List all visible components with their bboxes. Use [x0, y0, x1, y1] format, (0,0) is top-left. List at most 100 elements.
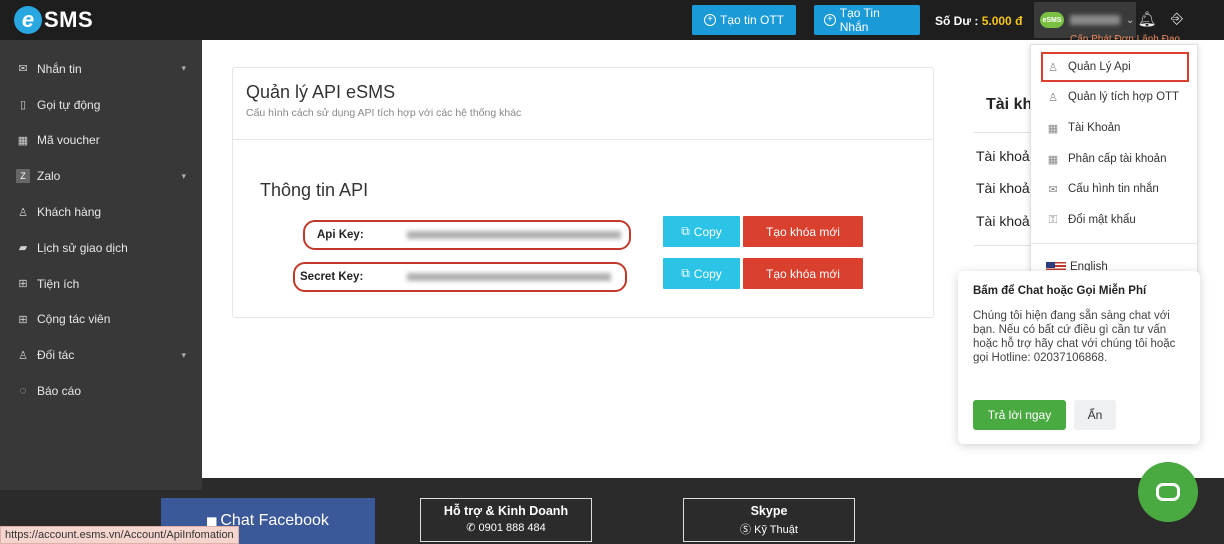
copy-api-key-button[interactable]: ⧉ Copy [663, 216, 740, 247]
sidebar-item-nhan-tin[interactable]: ✉ Nhắn tin ▾ [0, 51, 202, 87]
sidebar-item-bao-cao[interactable]: ◌ Báo cáo [0, 373, 202, 409]
chevron-down-icon: ⌄ [1126, 14, 1135, 26]
menu-item-account[interactable]: ▦ Tài Khoản [1031, 113, 1197, 143]
user-menu-toggle[interactable]: eSMS ⌄ [1034, 2, 1136, 38]
copy-secret-key-button[interactable]: ⧉ Copy [663, 258, 740, 289]
menu-item-account-hierarchy[interactable]: ▦ Phân cấp tài khoản [1031, 144, 1197, 174]
menu-item-label: Quản Lý Api [1068, 61, 1131, 73]
plus-circle-icon: + [824, 14, 836, 26]
menu-item-change-password[interactable]: ⚿ Đổi mật khẩu [1031, 205, 1197, 235]
username-redacted [1070, 15, 1120, 25]
sidebar-item-label: Đối tác [37, 348, 75, 363]
account-info-panel: Tài kh Tài khoả Tài khoả Tài khoả [974, 40, 1034, 270]
support-phone: 0901 888 484 [478, 522, 546, 534]
menu-item-label: Quản lý tích hợp OTT [1068, 91, 1180, 103]
calendar-icon: ▦ [1047, 153, 1059, 166]
support-sales-box[interactable]: Hỗ trợ & Kinh Doanh ✆ 0901 888 484 [420, 498, 592, 542]
skype-sub: Kỹ Thuật [754, 524, 798, 536]
logout-icon[interactable]: ⎆ [1167, 10, 1187, 30]
chat-invite-popup: Bấm để Chat hoặc Gọi Miễn Phí Chúng tôi … [958, 271, 1200, 444]
api-key-value-redacted [407, 231, 621, 239]
divider [1031, 243, 1197, 244]
sidebar-item-label: Báo cáo [37, 384, 82, 399]
sidebar-item-label: Gọi tự động [37, 97, 101, 112]
card-header: Quản lý API eSMS Cấu hình cách sử dụng A… [233, 68, 933, 140]
partner-icon: ♙ [18, 349, 28, 362]
sidebar-item-tien-ich[interactable]: ⊞ Tiện ích [0, 266, 202, 302]
key-icon: ⚿ [1048, 213, 1058, 226]
sidebar-item-goi-tu-dong[interactable]: ▯ Gọi tự động [0, 87, 202, 123]
skype-title: Skype [750, 504, 788, 518]
user-icon: ♙ [18, 206, 28, 219]
menu-item-label: Cấu hình tin nhắn [1068, 183, 1159, 195]
plus-circle-icon: + [703, 14, 716, 26]
sidebar-item-doi-tac[interactable]: ♙ Đối tác ▾ [0, 337, 202, 373]
skype-icon: Ⓢ [740, 524, 752, 536]
menu-item-ott-integration[interactable]: ♙ Quản lý tích hợp OTT [1031, 82, 1197, 112]
chat-popup-title: Bấm để Chat hoặc Gọi Miễn Phí [973, 285, 1147, 297]
top-bar: e SMS + Tạo tin OTT + Tạo Tin Nhắn Số Dư… [0, 0, 1224, 40]
api-key-label: Api Key: [317, 229, 364, 241]
sidebar-item-lich-su-giao-dich[interactable]: ▰ Lịch sử giao dịch [0, 230, 202, 266]
copy-label: Copy [693, 224, 722, 239]
chevron-down-icon: ▾ [181, 63, 186, 74]
page-subtitle: Cấu hình cách sử dụng API tích hợp với c… [246, 107, 522, 119]
book-icon: ▰ [18, 242, 28, 255]
create-ott-button[interactable]: + Tạo tin OTT [692, 5, 796, 35]
page-title: Quản lý API eSMS [246, 82, 396, 102]
new-key-label: Tạo khóa mới [766, 224, 840, 239]
copy-label: Copy [693, 266, 722, 281]
user-icon: ♙ [1048, 61, 1058, 74]
sidebar-item-label: Cộng tác viên [37, 312, 111, 327]
copy-icon: ⧉ [681, 266, 690, 280]
chat-bubble-icon [1156, 483, 1180, 501]
new-secret-key-button[interactable]: Tạo khóa mới [743, 258, 863, 289]
bell-icon[interactable]: 🔔︎ [1137, 10, 1157, 30]
chat-widget-button[interactable] [1138, 462, 1198, 522]
sidebar-item-label: Tiện ích [37, 276, 80, 291]
support-phone-row: ✆ 0901 888 484 [421, 521, 591, 534]
mail-icon: ✉ [18, 63, 28, 76]
copy-icon: ⧉ [681, 224, 690, 238]
calendar-icon: ▦ [1047, 122, 1059, 135]
sidebar-item-label: Zalo [37, 169, 61, 184]
account-info-row: Tài khoả [976, 180, 1030, 196]
new-key-label: Tạo khóa mới [766, 266, 840, 281]
menu-item-api-management[interactable]: ♙ Quản Lý Api [1041, 52, 1189, 82]
sidebar-item-cong-tac-vien[interactable]: ⊞ Cộng tác viên [0, 302, 202, 338]
menu-item-message-config[interactable]: ✉ Cấu hình tin nhắn [1031, 174, 1197, 204]
team-icon: ⊞ [18, 313, 28, 326]
balance-amount: 5.000 đ [981, 14, 1023, 28]
create-message-button[interactable]: + Tạo Tin Nhắn [814, 5, 920, 35]
chat-popup-message: Chúng tôi hiện đang sẵn sàng chat với bạ… [973, 310, 1176, 364]
zalo-icon: Z [16, 169, 30, 184]
skype-sub-row: Ⓢ Kỹ Thuật [684, 521, 854, 537]
hide-button[interactable]: Ẩn [1074, 400, 1116, 430]
menu-item-label: Đổi mật khẩu [1068, 214, 1136, 226]
sidebar-item-zalo[interactable]: Z Zalo ▾ [0, 158, 202, 194]
sidebar-item-label: Khách hàng [37, 205, 102, 220]
sidebar-item-ma-voucher[interactable]: ▦ Mã voucher [0, 123, 202, 159]
create-ott-label: Tạo tin OTT [719, 13, 784, 27]
support-title: Hỗ trợ & Kinh Doanh [443, 504, 569, 518]
sidebar: ✉ Nhắn tin ▾ ▯ Gọi tự động ▦ Mã voucher … [0, 40, 202, 490]
api-key-field: Api Key: [303, 220, 631, 250]
logo-mark: e [14, 6, 42, 34]
skype-box[interactable]: Skype Ⓢ Kỹ Thuật [683, 498, 855, 542]
logo-text: SMS [44, 7, 94, 32]
tools-icon: ⊞ [18, 278, 28, 291]
avatar: eSMS [1040, 12, 1064, 28]
report-icon: ◌ [19, 385, 27, 398]
sidebar-item-khach-hang[interactable]: ♙ Khách hàng [0, 194, 202, 230]
menu-item-label: Phân cấp tài khoản [1068, 153, 1167, 165]
esms-logo[interactable]: e SMS [14, 5, 93, 35]
account-info-title: Tài kh [986, 96, 1032, 113]
divider [974, 245, 1034, 246]
new-api-key-button[interactable]: Tạo khóa mới [743, 216, 863, 247]
user-icon: ♙ [1048, 91, 1058, 104]
phone-icon: ✆ [466, 522, 476, 534]
reply-now-button[interactable]: Trả lời ngay [973, 400, 1066, 430]
divider [974, 132, 1034, 133]
account-info-row: Tài khoả [976, 148, 1030, 164]
sidebar-item-label: Mã voucher [37, 133, 100, 148]
